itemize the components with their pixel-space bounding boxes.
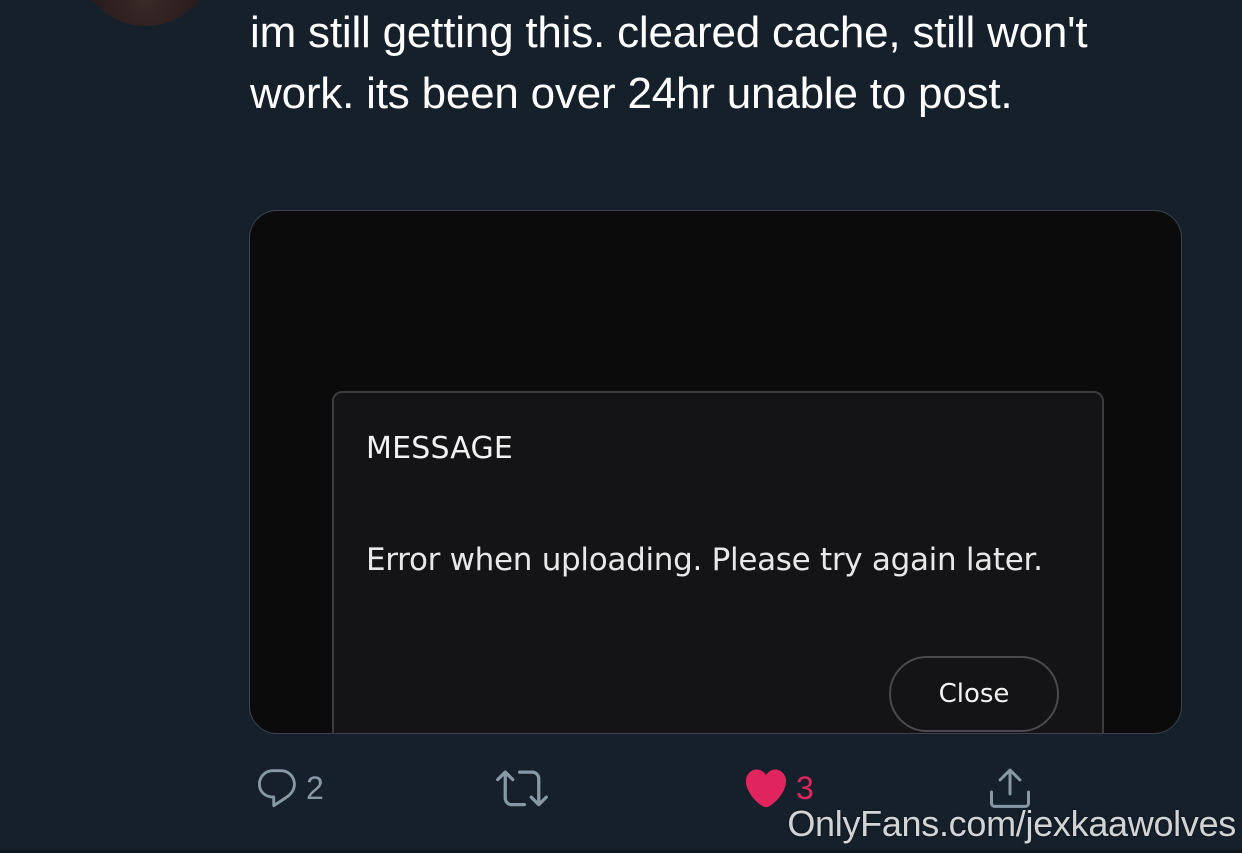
tweet-media-image[interactable]: MESSAGE Error when uploading. Please try… <box>249 210 1182 734</box>
reply-count: 2 <box>306 769 324 806</box>
dialog-message: Error when uploading. Please try again l… <box>366 542 1043 578</box>
avatar[interactable] <box>78 0 214 26</box>
tweet-text: im still getting this. cleared cache, st… <box>250 8 1088 118</box>
dialog-title: MESSAGE <box>366 431 514 466</box>
retweet-icon <box>496 762 548 814</box>
error-dialog: MESSAGE Error when uploading. Please try… <box>332 391 1104 733</box>
reply-button[interactable]: 2 <box>254 760 324 816</box>
watermark-text: OnlyFans.com/jexkaawolves <box>787 803 1236 844</box>
retweet-button[interactable] <box>496 760 554 816</box>
heart-icon <box>742 764 790 812</box>
close-button: Close <box>889 656 1059 732</box>
like-count: 3 <box>796 769 814 806</box>
reply-icon <box>254 765 300 811</box>
